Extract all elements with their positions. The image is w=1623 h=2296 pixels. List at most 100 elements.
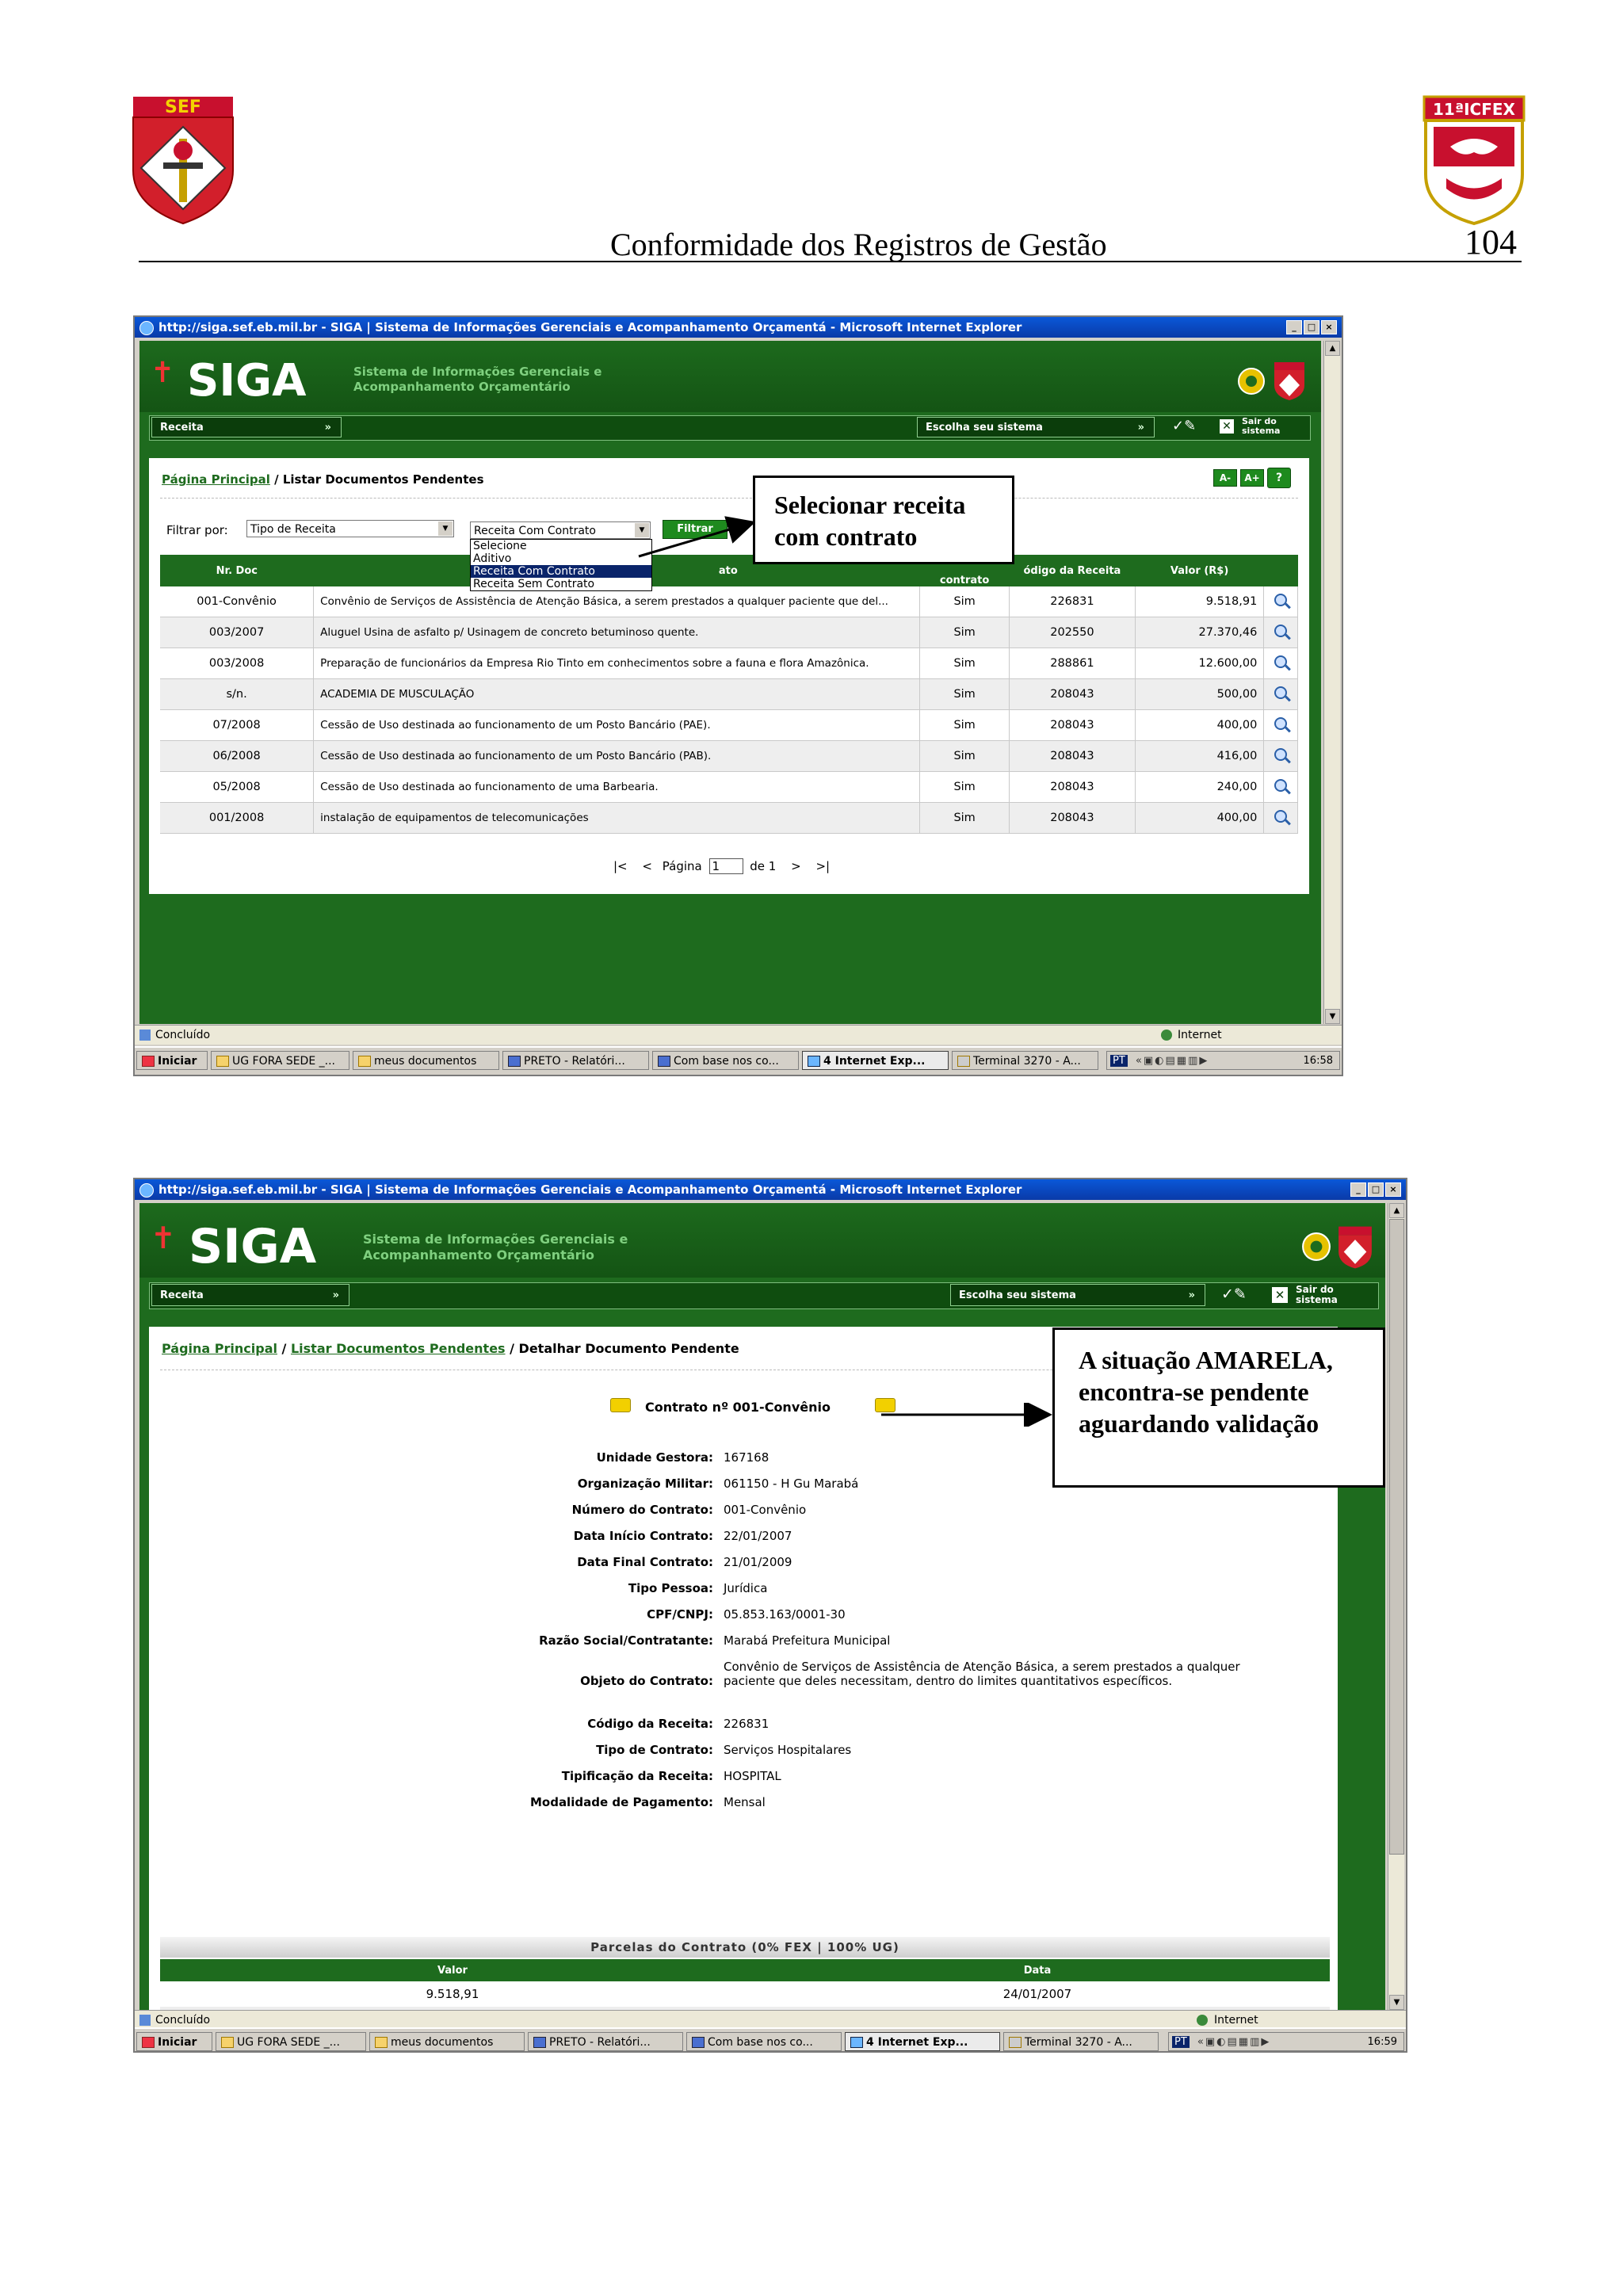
task-meus-documentos[interactable]: meus documentos	[353, 1051, 499, 1070]
task-internet-explorer[interactable]: 4 Internet Exp...	[802, 1051, 949, 1070]
font-decrease-button[interactable]: A-	[1213, 469, 1237, 487]
magnifier-icon[interactable]	[1274, 717, 1288, 730]
table-row[interactable]: 001/2008 instalação de equipamentos de te…	[160, 802, 1298, 834]
magnifier-icon[interactable]	[1274, 810, 1288, 823]
field-label: Organização Militar:	[577, 1477, 713, 1491]
taskbar: Iniciar UG FORA SEDE _... meus documento…	[135, 2027, 1406, 2051]
magnifier-icon[interactable]	[1274, 625, 1288, 637]
maximize-button[interactable]: □	[1304, 320, 1319, 334]
cell-nr-doc: 001/2008	[160, 802, 315, 834]
crumb-home-link[interactable]: Página Principal	[162, 472, 270, 487]
callout-yellow-status: A situação AMARELA, encontra-se pendente…	[1052, 1328, 1385, 1488]
status-zone: Internet	[1178, 1029, 1222, 1041]
col-codigo[interactable]: ódigo da Receita	[1009, 555, 1136, 586]
exit-icon[interactable]: ✕	[1220, 419, 1234, 434]
task-ug-fora-sede[interactable]: UG FORA SEDE _...	[211, 1051, 349, 1070]
table-row[interactable]: 07/2008 Cessão de Uso destinada ao funcio…	[160, 709, 1298, 741]
font-increase-button[interactable]: A+	[1240, 469, 1264, 487]
vertical-scrollbar[interactable]: ▲ ▼	[1323, 341, 1340, 1024]
table-row[interactable]: 05/2008 Cessão de Uso destinada ao funcio…	[160, 771, 1298, 803]
col-parcela-valor[interactable]: Valor	[160, 1959, 745, 1981]
task-com-base[interactable]: Com base nos co...	[686, 2032, 842, 2051]
nav-system-select[interactable]: Escolha seu sistema»	[917, 417, 1155, 437]
scroll-up-button[interactable]: ▲	[1389, 1203, 1404, 1218]
lang-indicator[interactable]: PT	[1110, 1055, 1128, 1067]
pencil-check-icon[interactable]: ✓✎	[1221, 1286, 1247, 1303]
dropdown-option-com-contrato[interactable]: Receita Com Contrato	[471, 565, 651, 578]
close-button[interactable]: ×	[1385, 1182, 1401, 1197]
task-meus-documentos[interactable]: meus documentos	[369, 2032, 525, 2051]
table-row[interactable]: 003/2008 Preparação de funcionários da Em…	[160, 648, 1298, 679]
pager-last[interactable]: >|	[815, 859, 830, 873]
field-value: 226831	[724, 1717, 769, 1731]
table-row[interactable]: 003/2007 Aluguel Usina de asfalto p/ Usin…	[160, 617, 1298, 648]
scroll-down-button[interactable]: ▼	[1325, 1009, 1340, 1024]
magnifier-icon[interactable]	[1274, 655, 1288, 668]
scroll-thumb[interactable]	[1389, 1219, 1404, 1855]
exit-label[interactable]: Sair do sistema	[1242, 417, 1280, 436]
pager-prev[interactable]: <	[642, 859, 652, 873]
magnifier-icon[interactable]	[1274, 594, 1288, 606]
task-com-base[interactable]: Com base nos co...	[652, 1051, 799, 1070]
task-internet-explorer[interactable]: 4 Internet Exp...	[845, 2032, 1000, 2051]
cell-nr-doc: s/n.	[160, 678, 315, 710]
exit-label[interactable]: Sair do sistema	[1296, 1285, 1338, 1305]
parcelas-table: Valor Data 9.518,9124/01/20073.871,6516/…	[160, 1959, 1330, 2010]
magnifier-icon[interactable]	[1274, 748, 1288, 761]
filter-value-select[interactable]: Receita Com Contrato ▼	[470, 521, 651, 539]
dropdown-option-aditivo[interactable]: Aditivo	[471, 552, 651, 565]
pencil-check-icon[interactable]: ✓✎	[1172, 418, 1196, 434]
minimize-button[interactable]: _	[1350, 1182, 1366, 1197]
dropdown-option-selecione[interactable]: Selecione	[471, 540, 651, 552]
filter-label: Filtrar por:	[166, 523, 228, 537]
maximize-button[interactable]: □	[1368, 1182, 1384, 1197]
field-value: 167168	[724, 1450, 769, 1465]
dropdown-option-sem-contrato[interactable]: Receita Sem Contrato	[471, 578, 651, 590]
cell-valor: 400,00	[1135, 709, 1265, 741]
exit-icon[interactable]: ✕	[1272, 1287, 1288, 1303]
siga-subtitle: Sistema de Informações Gerenciais e Acom…	[353, 365, 602, 394]
nav-receita[interactable]: Receita»	[151, 417, 342, 437]
magnifier-icon[interactable]	[1274, 779, 1288, 792]
close-button[interactable]: ×	[1321, 320, 1337, 334]
task-preto-relatorio[interactable]: PRETO - Relatóri...	[502, 1051, 649, 1070]
window-titlebar: http://siga.sef.eb.mil.br - SIGA | Siste…	[135, 1179, 1406, 1200]
parcela-row: 9.518,91 24/01/2007	[160, 1981, 1330, 2007]
table-row[interactable]: 001-Convênio Convênio de Serviços de Assi…	[160, 586, 1298, 617]
table-row[interactable]: 06/2008 Cessão de Uso destinada ao funcio…	[160, 740, 1298, 772]
cell-nr-doc: 003/2008	[160, 648, 315, 679]
minimize-button[interactable]: _	[1286, 320, 1302, 334]
cell-action	[1263, 740, 1298, 772]
col-nr-doc[interactable]: Nr. Doc	[160, 555, 314, 586]
vertical-scrollbar[interactable]: ▲ ▼	[1388, 1203, 1404, 2010]
pager-input[interactable]: 1	[708, 858, 743, 874]
field-value: Serviços Hospitalares	[724, 1743, 852, 1757]
nav-system-select[interactable]: Escolha seu sistema»	[950, 1284, 1205, 1306]
task-terminal-3270[interactable]: Terminal 3270 - A...	[952, 1051, 1098, 1070]
table-row[interactable]: s/n. ACADEMIA DE MUSCULAÇÃO Sim 208043 500,0…	[160, 678, 1298, 710]
scroll-down-button[interactable]: ▼	[1389, 1995, 1404, 2010]
field-label: Unidade Gestora:	[596, 1450, 713, 1465]
cell-contrato: Sim	[919, 617, 1010, 648]
ie-icon	[139, 1183, 154, 1198]
col-parcela-data[interactable]: Data	[745, 1959, 1330, 1981]
pager-first[interactable]: |<	[613, 859, 628, 873]
filter-type-select[interactable]: Tipo de Receita ▼	[246, 520, 454, 537]
icfex-emblem-icon: 11ªICFEX	[1423, 95, 1526, 226]
field-value: Jurídica	[724, 1581, 768, 1595]
field-label: Tipificação da Receita:	[561, 1769, 713, 1783]
task-terminal-3270[interactable]: Terminal 3270 - A...	[1003, 2032, 1159, 2051]
task-preto-relatorio[interactable]: PRETO - Relatóri...	[528, 2032, 683, 2051]
pager-next[interactable]: >	[791, 859, 801, 873]
cell-objeto: instalação de equipamentos de telecomuni…	[313, 802, 921, 834]
task-ug-fora-sede[interactable]: UG FORA SEDE _...	[216, 2032, 366, 2051]
help-button[interactable]: ?	[1267, 468, 1291, 488]
nav-receita[interactable]: Receita»	[151, 1284, 349, 1306]
col-valor[interactable]: Valor (R$)	[1135, 555, 1264, 586]
scroll-up-button[interactable]: ▲	[1325, 341, 1340, 356]
lang-indicator[interactable]: PT	[1172, 2036, 1190, 2048]
start-button[interactable]: Iniciar	[136, 2032, 212, 2051]
field-label: Número do Contrato:	[571, 1503, 713, 1517]
start-button[interactable]: Iniciar	[136, 1051, 208, 1070]
magnifier-icon[interactable]	[1274, 686, 1288, 699]
